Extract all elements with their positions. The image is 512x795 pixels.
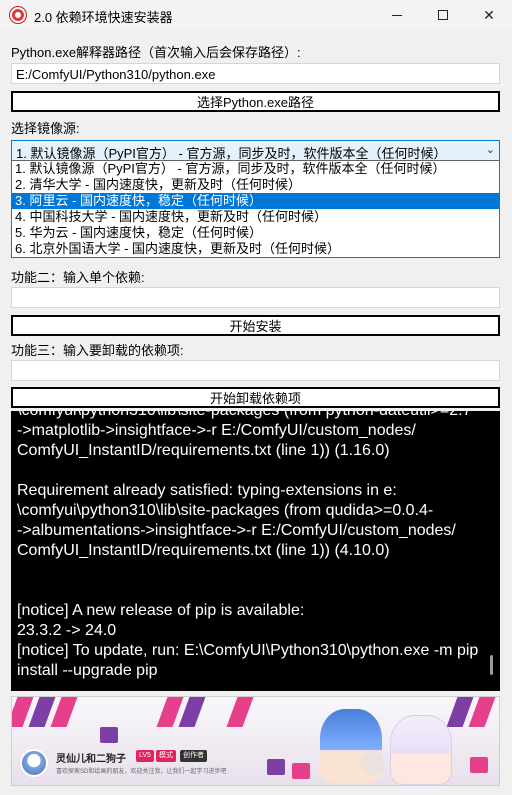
uninstall-label: 功能三：输入要卸载的依赖项:	[11, 343, 184, 358]
window-title: 2.0 依赖环境快速安装器	[34, 10, 173, 25]
console-line: ComfyUI_InstantID/requirements.txt (line…	[17, 542, 390, 559]
character-illustration	[390, 715, 452, 785]
console-line: 23.3.2 -> 24.0	[17, 622, 117, 639]
chevron-down-icon[interactable]: ⌄	[486, 143, 495, 156]
python-path-input[interactable]: E:/ComfyUI/Python310/python.exe	[11, 63, 500, 84]
decor-stripe	[226, 697, 254, 727]
gift-box-icon	[100, 727, 118, 743]
close-icon: ✕	[483, 6, 495, 23]
console-line: [notice] To update, run: E:\ComfyUI\Pyth…	[17, 642, 479, 659]
console-line: ->matplotlib->insightface->-r E:/ComfyUI…	[17, 422, 416, 439]
mirror-option[interactable]: 5. 华为云 - 国内速度快，稳定（任何时候）	[12, 225, 499, 241]
close-button[interactable]: ✕	[466, 0, 512, 30]
decor-stripe	[178, 697, 206, 727]
console-line: ComfyUI_InstantID/requirements.txt (line…	[17, 442, 390, 459]
gift-box-icon	[267, 759, 285, 775]
author-tag: 创作者	[180, 750, 207, 762]
minimize-button[interactable]	[374, 0, 420, 30]
decor-stripe	[50, 697, 78, 727]
mirror-option[interactable]: 1. 默认镜像源（PyPI官方） - 官方源，同步及时，软件版本全（任何时候）	[12, 161, 499, 177]
gift-box-icon	[470, 757, 488, 773]
uninstall-package-input[interactable]	[11, 360, 500, 381]
console-line: [notice] A new release of pip is availab…	[17, 602, 305, 619]
console-scrollbar-thumb[interactable]	[490, 655, 493, 675]
author-banner: 灵仙儿和二狗子 LV5 模式 创作者 喜欢探索SD和绘画的朋友，欢迎关注我，让我…	[11, 696, 500, 786]
mirror-option[interactable]: 4. 中国科技大学 - 国内速度快，更新及时（任何时候）	[12, 209, 499, 225]
console-line: install --upgrade pip	[17, 662, 158, 679]
install-button[interactable]: 开始安装	[11, 315, 500, 336]
python-path-label: Python.exe解释器路径（首次输入后会保存路径）:	[11, 45, 301, 60]
title-bar: 2.0 依赖环境快速安装器 ✕	[0, 0, 512, 30]
console-line: Requirement already satisfied: typing-ex…	[17, 482, 397, 499]
console-line: \comfyui\python310\lib\site-packages (fr…	[17, 411, 478, 421]
author-description: 喜欢探索SD和绘画的朋友，欢迎关注我，让我们一起学习进步吧	[56, 769, 227, 775]
app-icon	[10, 7, 26, 23]
minimize-icon	[392, 14, 402, 16]
maximize-button[interactable]	[420, 0, 466, 30]
console-line: ->albumentations->insightface->-r E:/Com…	[17, 522, 456, 539]
mirror-label: 选择镜像源:	[11, 121, 80, 136]
decor-stripe	[468, 697, 496, 727]
mirror-option-highlighted[interactable]: 3. 阿里云 - 国内速度快，稳定（任何时候）	[12, 193, 499, 209]
maximize-icon	[438, 10, 448, 20]
mirror-option[interactable]: 6. 北京外国语大学 - 国内速度快，更新及时（任何时候）	[12, 241, 499, 257]
console-line: \comfyui\python310\lib\site-packages (fr…	[17, 502, 434, 519]
level-badge: LV5	[136, 750, 154, 762]
teddy-bear-illustration	[360, 751, 384, 775]
uninstall-button[interactable]: 开始卸载依赖项	[11, 387, 500, 408]
select-python-path-button[interactable]: 选择Python.exe路径	[11, 91, 500, 112]
install-package-input[interactable]	[11, 287, 500, 308]
author-tag: 模式	[156, 750, 176, 762]
console-output[interactable]: \comfyui\python310\lib\site-packages (fr…	[11, 411, 484, 691]
mirror-selected-value: 1. 默认镜像源（PyPI官方） - 官方源，同步及时，软件版本全（任何时候）	[16, 146, 447, 161]
install-label: 功能二：输入单个依赖:	[11, 270, 145, 285]
mirror-select[interactable]: 1. 默认镜像源（PyPI官方） - 官方源，同步及时，软件版本全（任何时候） …	[11, 140, 500, 161]
author-name: 灵仙儿和二狗子	[56, 754, 126, 765]
mirror-dropdown-list: 1. 默认镜像源（PyPI官方） - 官方源，同步及时，软件版本全（任何时候） …	[11, 160, 500, 258]
mirror-option[interactable]: 2. 清华大学 - 国内速度快，更新及时（任何时候）	[12, 177, 499, 193]
console-lines: \comfyui\python310\lib\site-packages (fr…	[17, 411, 478, 681]
gift-box-icon	[292, 763, 310, 779]
avatar	[20, 749, 48, 777]
console-scrollbar[interactable]	[484, 411, 500, 691]
